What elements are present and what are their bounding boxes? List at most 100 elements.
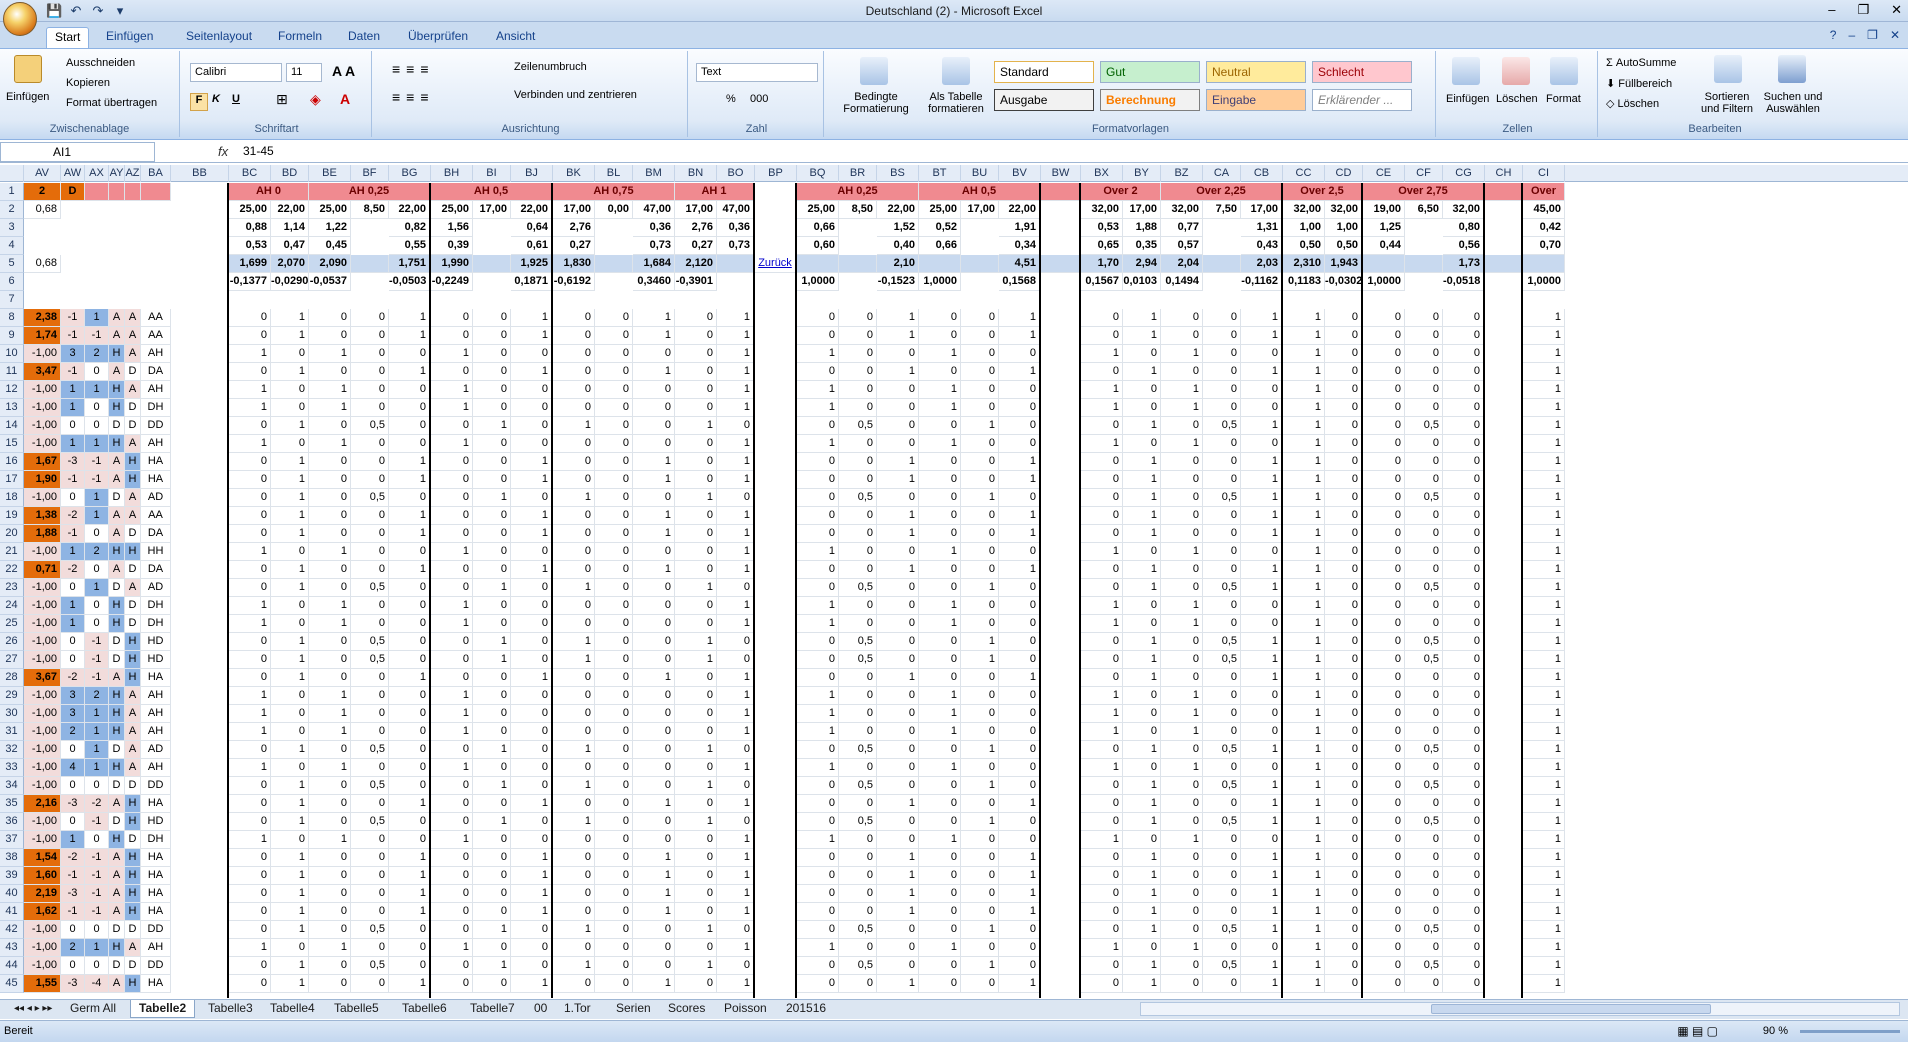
cell-value[interactable]: 0	[717, 957, 755, 975]
cell-value[interactable]: 1	[717, 759, 755, 777]
sheet-tab-scores[interactable]: Scores	[660, 1000, 713, 1018]
cell-av-30[interactable]: -1,00	[24, 723, 61, 741]
cell-cd-5[interactable]: -0,0302	[1325, 273, 1363, 291]
sheet-tab-00[interactable]: 00	[526, 1000, 555, 1018]
cell-value[interactable]: 0	[1443, 867, 1485, 885]
cell-value[interactable]: 1	[1241, 363, 1283, 381]
cell-bt-4[interactable]	[919, 255, 961, 273]
cell-value[interactable]: 1	[919, 759, 961, 777]
cell-value[interactable]: 1	[511, 525, 553, 543]
cell-value[interactable]: 1	[877, 885, 919, 903]
cell-value[interactable]: 0	[229, 795, 271, 813]
cell-value[interactable]: 0	[473, 669, 511, 687]
cell-value[interactable]: 0	[595, 867, 633, 885]
cell-value[interactable]: 0	[717, 579, 755, 597]
cell-value[interactable]: 0,5	[351, 777, 389, 795]
column-header-cb[interactable]: CB	[1241, 165, 1283, 182]
cell-value[interactable]: 0	[1363, 669, 1405, 687]
cell-value[interactable]: 0	[633, 921, 675, 939]
cell-value[interactable]: 0,5	[351, 633, 389, 651]
cell-value[interactable]: 1	[1241, 579, 1283, 597]
insert-function-icon[interactable]: fx	[218, 144, 228, 159]
cell-value[interactable]: 0,5	[351, 417, 389, 435]
cell-bq-0[interactable]: AH 0,25	[797, 183, 919, 201]
cell-value[interactable]: 1	[511, 327, 553, 345]
cell-value[interactable]: 1	[633, 507, 675, 525]
cell-value[interactable]: 0	[511, 417, 553, 435]
cell-value[interactable]: 1	[1523, 741, 1565, 759]
cell-value[interactable]: 0	[999, 705, 1041, 723]
cell-value[interactable]: 0	[919, 903, 961, 921]
tab-einfuegen[interactable]: Einfügen	[98, 27, 161, 48]
cell-ay-21[interactable]: A	[109, 561, 125, 579]
column-header-az[interactable]: AZ	[125, 165, 141, 182]
format-as-table-button[interactable]: Als Tabelle formatieren	[918, 91, 994, 115]
cell-value[interactable]: 0	[595, 327, 633, 345]
cell-value[interactable]: 1	[1283, 651, 1325, 669]
cell-bf-4[interactable]	[351, 255, 389, 273]
cell-value[interactable]: 1	[717, 939, 755, 957]
cell-value[interactable]: 1	[1523, 813, 1565, 831]
cell-value[interactable]: 0	[595, 687, 633, 705]
cell-ba-13[interactable]: DD	[141, 417, 171, 435]
cell-value[interactable]: 0	[431, 885, 473, 903]
cell-value[interactable]: 0	[961, 435, 999, 453]
row-header-32[interactable]: 32	[0, 741, 24, 759]
cell-ba-22[interactable]: AD	[141, 579, 171, 597]
cell-value[interactable]: 0	[309, 471, 351, 489]
cell-value[interactable]: 1	[1123, 903, 1161, 921]
cell-value[interactable]: 0	[961, 381, 999, 399]
cell-value[interactable]: 1	[1523, 615, 1565, 633]
cell-value[interactable]: 0	[351, 543, 389, 561]
cell-cg-1[interactable]: 32,00	[1443, 201, 1485, 219]
cell-av-32[interactable]: -1,00	[24, 759, 61, 777]
cell-value[interactable]: 0	[351, 399, 389, 417]
cell-value[interactable]: 0	[1161, 975, 1203, 993]
cell-ba-44[interactable]: HA	[141, 975, 171, 993]
copy-button[interactable]: Kopieren	[66, 77, 110, 89]
cell-value[interactable]: 1	[999, 363, 1041, 381]
cell-value[interactable]: 0,5	[839, 417, 877, 435]
cell-value[interactable]: 0	[1161, 849, 1203, 867]
cell-value[interactable]: 0	[1123, 543, 1161, 561]
column-header-bf[interactable]: BF	[351, 165, 389, 182]
cell-bg-3[interactable]: 0,55	[389, 237, 431, 255]
cell-value[interactable]: 1	[271, 471, 309, 489]
column-header-bi[interactable]: BI	[473, 165, 511, 182]
cell-value[interactable]: 1	[271, 741, 309, 759]
cell-value[interactable]: 0	[351, 345, 389, 363]
cell-cd-3[interactable]: 0,50	[1325, 237, 1363, 255]
cell-value[interactable]: 0	[473, 345, 511, 363]
cell-aw-38[interactable]: -1	[61, 867, 85, 885]
cell-value[interactable]: 0	[309, 579, 351, 597]
cell-ay-40[interactable]: A	[109, 903, 125, 921]
minimize-icon[interactable]: –	[1828, 2, 1835, 18]
cell-value[interactable]: 0	[1203, 831, 1241, 849]
find-select-button[interactable]: Suchen und Auswählen	[1760, 91, 1826, 115]
cell-ba-20[interactable]: HH	[141, 543, 171, 561]
cell-value[interactable]: 1	[877, 327, 919, 345]
cell-value[interactable]: 0	[1405, 507, 1443, 525]
cell-value[interactable]: 0	[1363, 453, 1405, 471]
cell-value[interactable]: 1	[919, 597, 961, 615]
cell-ax-43[interactable]: 0	[85, 957, 109, 975]
cell-az-16[interactable]: H	[125, 471, 141, 489]
cell-bx-1[interactable]: 32,00	[1081, 201, 1123, 219]
cell-value[interactable]: 1	[553, 741, 595, 759]
cell-value[interactable]: 0,5	[839, 489, 877, 507]
cell-value[interactable]: 0	[1405, 669, 1443, 687]
cell-value[interactable]: 1	[473, 651, 511, 669]
cell-value[interactable]: 1	[717, 885, 755, 903]
cell-value[interactable]: 0	[999, 651, 1041, 669]
cell-value[interactable]: 0	[1203, 435, 1241, 453]
cell-value[interactable]: 1	[553, 957, 595, 975]
cell-value[interactable]: 0	[511, 345, 553, 363]
cell-value[interactable]: 0	[633, 615, 675, 633]
cell-value[interactable]: 0	[351, 561, 389, 579]
cell-av-8[interactable]: 1,74	[24, 327, 61, 345]
cell-value[interactable]: 0	[511, 489, 553, 507]
cell-value[interactable]: 0	[961, 309, 999, 327]
cell-value[interactable]: 0	[1081, 777, 1123, 795]
cell-value[interactable]: 1	[797, 597, 839, 615]
cell-ch-0[interactable]	[1485, 183, 1523, 201]
